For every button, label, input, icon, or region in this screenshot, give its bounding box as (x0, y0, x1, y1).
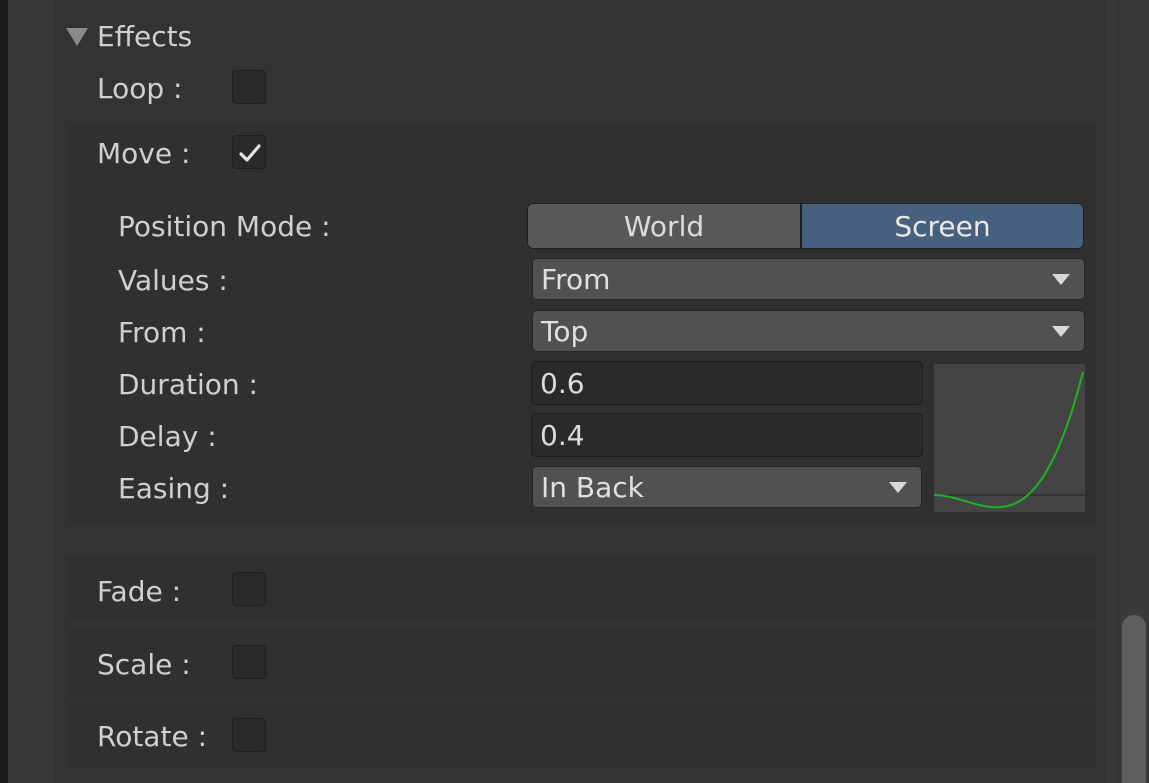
scale-section (66, 630, 1096, 695)
loop-label: Loop : (97, 72, 183, 105)
scale-checkbox[interactable] (232, 645, 266, 679)
vertical-scrollbar-thumb[interactable] (1122, 615, 1146, 783)
dropdown-arrow-icon (1052, 326, 1070, 337)
duration-label: Duration : (118, 368, 258, 401)
delay-field[interactable]: 0.4 (531, 413, 923, 457)
values-dropdown[interactable]: From (532, 258, 1085, 300)
screen-option-label: Screen (894, 209, 991, 243)
dropdown-arrow-icon (889, 482, 907, 493)
position-mode-world-button[interactable]: World (527, 203, 801, 249)
easing-dropdown[interactable]: In Back (532, 466, 922, 508)
easing-curve-preview (933, 364, 1085, 512)
position-mode-label: Position Mode : (118, 210, 331, 243)
dropdown-arrow-icon (1052, 274, 1070, 285)
rotate-checkbox[interactable] (232, 718, 266, 752)
values-selected: From (541, 262, 611, 296)
fade-section (66, 557, 1096, 622)
foldout-expanded-icon[interactable] (66, 28, 88, 46)
easing-selected: In Back (541, 470, 644, 504)
checkmark-icon (239, 144, 261, 162)
rotate-section (66, 703, 1096, 768)
rotate-label: Rotate : (97, 720, 208, 753)
fade-checkbox[interactable] (232, 572, 266, 606)
easing-label: Easing : (118, 472, 230, 505)
from-selected: Top (541, 314, 589, 348)
world-option-label: World (623, 209, 705, 243)
from-dropdown[interactable]: Top (532, 310, 1085, 352)
effects-foldout-title[interactable]: Effects (97, 20, 192, 53)
easing-curve-line (933, 371, 1084, 509)
loop-checkbox[interactable] (232, 70, 266, 104)
move-checkbox[interactable] (232, 135, 266, 169)
move-label: Move : (97, 137, 191, 170)
position-mode-screen-button[interactable]: Screen (801, 203, 1084, 249)
scale-label: Scale : (97, 648, 191, 681)
values-label: Values : (118, 264, 228, 297)
delay-label: Delay : (118, 420, 217, 453)
window-edge (0, 0, 8, 783)
duration-field[interactable]: 0.6 (531, 361, 923, 405)
from-label: From : (118, 316, 206, 349)
fade-label: Fade : (97, 575, 182, 608)
easing-curve-graph (933, 371, 1085, 509)
